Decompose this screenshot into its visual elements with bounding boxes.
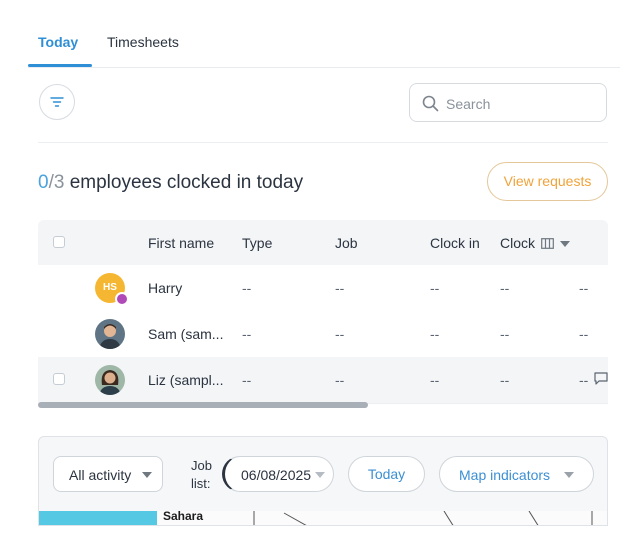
column-job[interactable]: Job — [335, 235, 358, 251]
cell-job: -- — [335, 372, 345, 388]
filter-button[interactable] — [39, 84, 75, 120]
cell-first-name: Sam (sam... — [148, 326, 224, 342]
cell-type: -- — [242, 326, 252, 342]
map-indicators-button[interactable]: Map indicators — [439, 456, 594, 492]
date-value: 06/08/2025 — [241, 467, 312, 483]
map-roads — [253, 511, 593, 525]
clocked-in-count: 0 — [38, 172, 49, 193]
cell-first-name: Harry — [148, 280, 183, 296]
cell-clock: -- — [500, 326, 510, 342]
tab-bar: Today Timesheets — [28, 0, 620, 68]
cell-extra: -- — [579, 372, 589, 388]
divider — [38, 142, 608, 143]
avatar — [95, 319, 125, 349]
cell-job: -- — [335, 326, 345, 342]
today-button[interactable]: Today — [348, 456, 425, 492]
map-indicators-label: Map indicators — [459, 467, 551, 483]
cell-job: -- — [335, 280, 345, 296]
clocked-in-summary: 0/3 employees clocked in today — [38, 172, 303, 194]
column-clock-in[interactable]: Clock in — [430, 235, 480, 251]
activity-select-value: All activity — [69, 467, 132, 483]
columns-icon[interactable] — [541, 238, 554, 249]
table-row[interactable]: Sam (sam... -- -- -- -- -- — [38, 311, 608, 358]
map-water — [39, 511, 157, 525]
cell-extra: -- — [579, 280, 589, 296]
cell-first-name: Liz (sampl... — [148, 372, 224, 388]
cell-extra: -- — [579, 326, 589, 342]
chevron-down-icon — [564, 472, 574, 478]
cell-clock: -- — [500, 280, 510, 296]
column-clock[interactable]: Clock — [500, 235, 535, 251]
horizontal-scrollbar[interactable] — [38, 402, 368, 408]
map-panel: All activity Job list: 06/08/2025 Today … — [38, 436, 608, 526]
tab-active-indicator — [28, 64, 92, 67]
chevron-down-icon[interactable] — [560, 241, 570, 247]
avatar-initials: HS — [103, 282, 117, 293]
chevron-down-icon — [315, 472, 325, 478]
employee-total: 3 — [53, 172, 65, 193]
cell-clock: -- — [500, 372, 510, 388]
view-requests-button[interactable]: View requests — [487, 162, 608, 201]
job-list-label-line2: list: — [191, 476, 211, 491]
job-list-label: Job list: — [191, 457, 212, 493]
cell-clock-in: -- — [430, 280, 440, 296]
chevron-down-icon — [142, 472, 152, 478]
avatar-photo — [95, 365, 125, 395]
comment-icon[interactable] — [594, 372, 608, 385]
employee-table: First name Type Job Clock in Clock HS Ha… — [38, 220, 608, 404]
tab-timesheets[interactable]: Timesheets — [107, 34, 179, 50]
filter-icon — [50, 97, 64, 107]
crown-icon — [115, 292, 129, 306]
table-header: First name Type Job Clock in Clock — [38, 220, 608, 265]
cell-type: -- — [242, 372, 252, 388]
avatar: HS — [95, 273, 129, 306]
search-box — [409, 83, 607, 122]
avatar-photo — [95, 319, 125, 349]
select-all-checkbox[interactable] — [53, 236, 65, 248]
job-list-label-line1: Job — [191, 458, 212, 473]
row-checkbox[interactable] — [53, 373, 65, 385]
tab-today[interactable]: Today — [38, 34, 78, 50]
table-row[interactable]: HS Harry -- -- -- -- -- — [38, 265, 608, 312]
clocked-in-text: employees clocked in today — [69, 172, 304, 193]
map-place-label: Sahara — [163, 509, 204, 523]
cell-clock-in: -- — [430, 372, 440, 388]
avatar — [95, 365, 125, 395]
search-input[interactable] — [444, 93, 598, 115]
date-picker[interactable]: 06/08/2025 — [222, 456, 334, 492]
column-first-name[interactable]: First name — [148, 235, 214, 251]
search-icon — [422, 95, 439, 112]
cell-type: -- — [242, 280, 252, 296]
activity-select[interactable]: All activity — [53, 456, 163, 492]
cell-clock-in: -- — [430, 326, 440, 342]
column-type[interactable]: Type — [242, 235, 272, 251]
table-row[interactable]: Liz (sampl... -- -- -- -- -- — [38, 357, 608, 404]
